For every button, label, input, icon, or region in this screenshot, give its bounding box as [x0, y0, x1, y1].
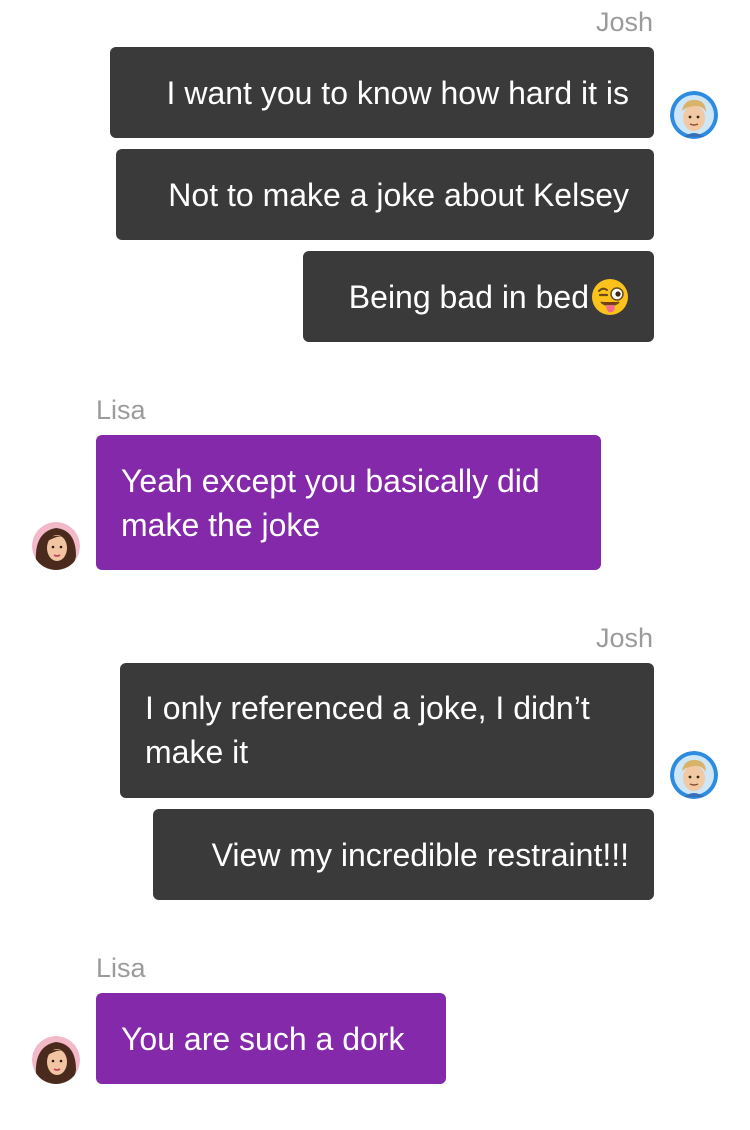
message-bubble[interactable]: Being bad in bed — [303, 251, 654, 342]
message-text: Yeah except you basically did make the j… — [121, 463, 540, 543]
message-text: Being bad in bed — [348, 278, 589, 315]
sender-name-josh: Josh — [595, 7, 653, 37]
sender-name-lisa: Lisa — [96, 395, 146, 425]
message-bubble[interactable]: Not to make a joke about Kelsey — [116, 149, 654, 240]
lisa-avatar-icon[interactable] — [32, 1036, 80, 1084]
message-text: Not to make a joke about Kelsey — [168, 176, 629, 213]
message-text: I only referenced a joke, I didn’t make … — [145, 690, 590, 770]
message-bubble[interactable]: I want you to know how hard it is — [110, 47, 654, 138]
message-bubble[interactable]: Yeah except you basically did make the j… — [96, 435, 601, 570]
josh-avatar-icon[interactable] — [670, 91, 718, 139]
winking-face-with-tongue-icon — [591, 278, 629, 316]
message-text: You are such a dork — [121, 1020, 405, 1057]
message-text: I want you to know how hard it is — [166, 74, 629, 111]
lisa-avatar-icon[interactable] — [32, 522, 80, 570]
sender-name-lisa: Lisa — [96, 953, 146, 983]
message-bubble[interactable]: I only referenced a joke, I didn’t make … — [120, 663, 654, 798]
josh-avatar-icon[interactable] — [670, 751, 718, 799]
message-bubble[interactable]: View my incredible restraint!!! — [153, 809, 654, 900]
message-bubble[interactable]: You are such a dork — [96, 993, 446, 1084]
sender-name-josh: Josh — [595, 623, 653, 653]
message-text: View my incredible restraint!!! — [211, 836, 629, 873]
